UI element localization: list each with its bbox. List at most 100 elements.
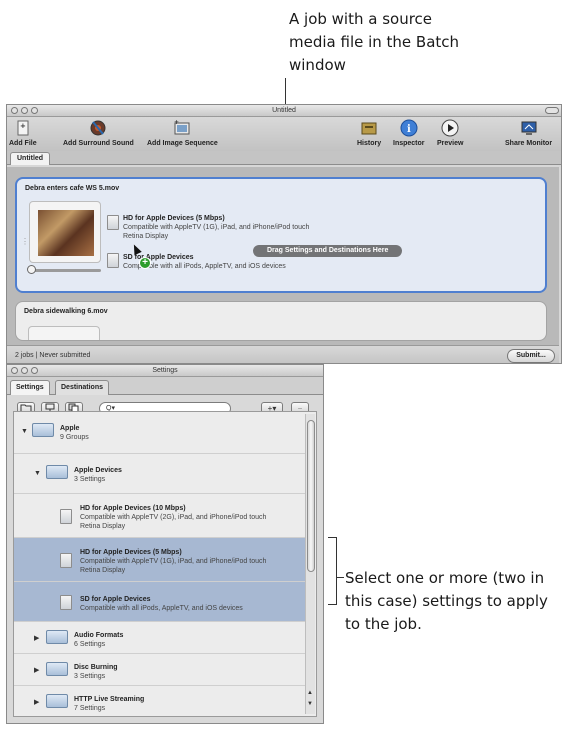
settings-tab-bar: Settings Destinations [7,377,323,395]
preview-label: Preview [437,140,464,147]
tab-untitled[interactable]: Untitled [10,152,51,165]
settings-window-title: Settings [152,367,178,374]
job-setting-detail: Compatible with AppleTV (1G), iPad, and … [123,224,310,231]
batch-toolbar: + Add File Add Surround Sound + Add Imag… [7,117,561,151]
setting-detail: Compatible with all iPods, AppleTV, and … [80,605,243,612]
add-file-button[interactable]: + Add File [9,119,37,147]
disclosure-expanded-icon[interactable]: ▼ [34,469,41,478]
svg-text:+: + [174,119,179,126]
group-count: 9 Groups [60,434,89,441]
group-count: 3 Settings [74,476,106,483]
monitor-icon [521,121,537,135]
settings-group-apple-devices[interactable]: ▼ Apple Devices 3 Settings [14,454,306,494]
setting-document-icon [60,553,72,568]
group-title: Audio Formats [74,632,124,639]
job-setting-detail: Retina Display [123,233,169,240]
disclosure-collapsed-icon[interactable]: ▶ [34,634,39,643]
folder-icon [46,465,68,479]
inspector-label: Inspector [393,140,425,147]
settings-group-http-live-streaming[interactable]: ▶ HTTP Live Streaming 7 Settings [14,686,306,716]
play-icon [441,119,459,137]
setting-title: HD for Apple Devices (10 Mbps) [80,505,186,512]
source-thumbnail-well [28,326,100,340]
drop-hint-tooltip: Drag Settings and Destinations Here [253,245,403,257]
surround-sound-icon [90,120,106,136]
drag-handle-icon[interactable]: ⋮ [21,237,29,246]
setting-document-icon [60,595,72,610]
setting-detail: Retina Display [80,523,126,530]
setting-hd-5mbps[interactable]: HD for Apple Devices (5 Mbps) Compatible… [14,538,306,582]
folder-icon [46,630,68,644]
group-title: Disc Burning [74,664,118,671]
leader-bracket-vertical [336,537,337,605]
setting-detail: Compatible with AppleTV (1G), iPad, and … [80,558,267,565]
scrub-bar[interactable] [31,269,101,272]
share-monitor-label: Share Monitor [505,140,553,147]
disclosure-collapsed-icon[interactable]: ▶ [34,698,39,707]
setting-hd-10mbps[interactable]: HD for Apple Devices (10 Mbps) Compatibl… [14,494,306,538]
group-title: Apple [60,425,80,432]
batch-status-bar: 2 jobs | Never submitted Submit... [7,345,559,363]
folder-icon [46,662,68,676]
add-surround-sound-button[interactable]: Add Surround Sound [63,119,134,147]
callout-batch-job: A job with a source media file in the Ba… [289,10,460,74]
settings-titlebar: Settings [7,365,323,377]
setting-title: HD for Apple Devices (5 Mbps) [80,549,182,556]
tab-settings[interactable]: Settings [10,380,50,395]
job-title: Debra enters cafe WS 5.mov [25,185,120,192]
group-count: 7 Settings [74,705,106,712]
settings-group-apple[interactable]: ▼ Apple 9 Groups [14,412,306,454]
batch-window-title: Untitled [272,107,296,114]
add-copy-badge-icon: + [139,257,151,269]
info-icon: i [400,119,418,137]
leader-bracket-arm [336,577,344,578]
setting-document-icon [107,253,119,268]
callout-select-settings: Select one or more (two in this case) se… [345,569,548,633]
source-thumbnail-well [29,201,101,263]
settings-group-audio-formats[interactable]: ▶ Audio Formats 6 Settings [14,622,306,654]
disclosure-collapsed-icon[interactable]: ▶ [34,666,39,675]
settings-list: ▼ Apple 9 Groups ▼ Apple Devices 3 Setti… [13,411,317,717]
source-thumbnail [38,210,94,256]
inspector-button[interactable]: i Inspector [393,119,425,147]
history-drawer-icon [361,122,377,135]
preview-button[interactable]: Preview [437,119,463,147]
setting-sd[interactable]: SD for Apple Devices Compatible with all… [14,582,306,622]
document-add-icon: + [17,120,29,136]
setting-document-icon [60,509,72,524]
image-sequence-icon: + [174,119,190,135]
job-card[interactable]: Debra enters cafe WS 5.mov ⋮ HD for Appl… [15,177,547,293]
add-file-label: Add File [9,140,37,147]
group-title: HTTP Live Streaming [74,696,145,703]
tab-destinations[interactable]: Destinations [55,380,110,395]
history-button[interactable]: History [357,119,381,147]
batch-window: Untitled + Add File Add Surround Sound +… [6,104,562,364]
job-setting-name: HD for Apple Devices (5 Mbps) [123,215,225,222]
setting-detail: Compatible with AppleTV (2G), iPad, and … [80,514,267,521]
add-image-sequence-button[interactable]: + Add Image Sequence [147,119,218,147]
scrub-knob[interactable] [27,265,36,274]
batch-titlebar: Untitled [7,105,561,117]
scroll-up-arrow-icon[interactable]: ▲ [307,690,313,696]
toolbar-toggle-button[interactable] [545,107,559,114]
scroll-down-arrow-icon[interactable]: ▼ [307,701,313,707]
settings-group-disc-burning[interactable]: ▶ Disc Burning 3 Settings [14,654,306,686]
settings-scrollbar[interactable]: ▲ ▼ [305,414,315,714]
leader-bracket-top [328,537,337,538]
folder-icon [46,694,68,708]
group-title: Apple Devices [74,467,122,474]
setting-document-icon [107,215,119,230]
batch-area: Debra enters cafe WS 5.mov ⋮ HD for Appl… [7,167,559,345]
submit-button[interactable]: Submit... [507,349,555,363]
scrollbar-thumb[interactable] [307,420,315,572]
batch-tab-bar: Untitled [7,151,561,165]
leader-bracket-bottom [328,604,337,605]
add-surround-sound-label: Add Surround Sound [63,140,134,147]
disclosure-expanded-icon[interactable]: ▼ [21,427,28,436]
group-count: 3 Settings [74,673,106,680]
share-monitor-button[interactable]: Share Monitor [505,119,552,147]
folder-icon [32,423,54,437]
setting-title: SD for Apple Devices [80,596,151,603]
job-setting-hd[interactable]: HD for Apple Devices (5 Mbps) Compatible… [123,214,309,241]
job-card[interactable]: Debra sidewalking 6.mov [15,301,547,341]
